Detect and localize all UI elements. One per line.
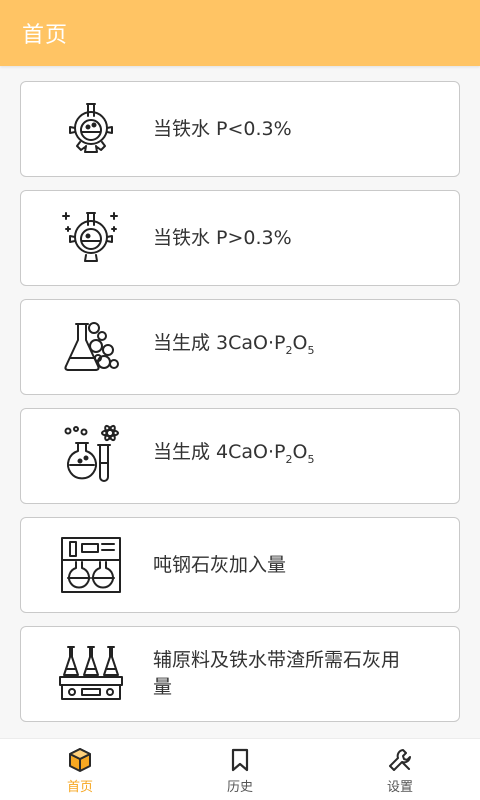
flask-bubbles-icon	[58, 314, 124, 380]
nav-settings[interactable]: 设置	[320, 739, 480, 800]
flask-gear-sparkle-icon	[58, 205, 124, 271]
label-text: 吨钢石灰加入量	[153, 553, 287, 576]
wrench-icon	[389, 748, 411, 771]
card-iron-p-low[interactable]: 当铁水 P<0.3%	[20, 81, 460, 177]
card-label: 当铁水 P<0.3%	[153, 116, 415, 143]
label-text: 当铁水 P<0.3%	[153, 117, 292, 140]
card-label: 当铁水 P>0.3%	[153, 225, 415, 252]
box-icon	[69, 747, 91, 772]
card-label: 当生成 4CaO·P2O5	[153, 439, 415, 473]
bottom-nav: 首页 历史 设置	[0, 738, 480, 800]
calculation-list: 当铁水 P<0.3% 当铁水 P>0.3% 当生成 3CaO·P2O5 当生成 …	[20, 81, 460, 735]
subscript-text: 2	[285, 452, 293, 466]
card-4cao-p2o5[interactable]: 当生成 4CaO·P2O5	[20, 408, 460, 504]
app-bar: 首页	[0, 0, 480, 66]
flask-atom-testtube-icon	[58, 423, 124, 489]
flasks-heater-icon	[58, 641, 124, 707]
subscript-text: 2	[285, 343, 293, 357]
bookmark-icon	[231, 748, 249, 771]
card-label: 辅原料及铁水带渣所需石灰用量	[153, 647, 415, 701]
page-title: 首页	[22, 23, 69, 48]
lab-equipment-icon	[58, 532, 124, 598]
label-text: O	[292, 332, 308, 355]
label-text: O	[292, 441, 308, 464]
label-text: 辅原料及铁水带渣所需石灰用量	[153, 649, 401, 698]
nav-history[interactable]: 历史	[160, 739, 320, 800]
card-iron-p-high[interactable]: 当铁水 P>0.3%	[20, 190, 460, 286]
label-text: 当生成 4CaO·P	[153, 441, 286, 464]
nav-label-home: 首页	[66, 779, 93, 795]
label-text: 当铁水 P>0.3%	[153, 226, 292, 249]
card-label: 吨钢石灰加入量	[153, 552, 415, 579]
label-text: 当生成 3CaO·P	[153, 332, 286, 355]
nav-label-settings: 设置	[386, 779, 413, 795]
card-auxiliary-lime[interactable]: 辅原料及铁水带渣所需石灰用量	[20, 626, 460, 722]
nav-label-history: 历史	[226, 779, 253, 795]
card-label: 当生成 3CaO·P2O5	[153, 330, 415, 364]
card-lime-per-ton[interactable]: 吨钢石灰加入量	[20, 517, 460, 613]
subscript-text: 5	[307, 343, 315, 357]
subscript-text: 5	[307, 452, 315, 466]
nav-home[interactable]: 首页	[0, 739, 160, 800]
flask-gear-icon	[58, 96, 124, 162]
card-3cao-p2o5[interactable]: 当生成 3CaO·P2O5	[20, 299, 460, 395]
